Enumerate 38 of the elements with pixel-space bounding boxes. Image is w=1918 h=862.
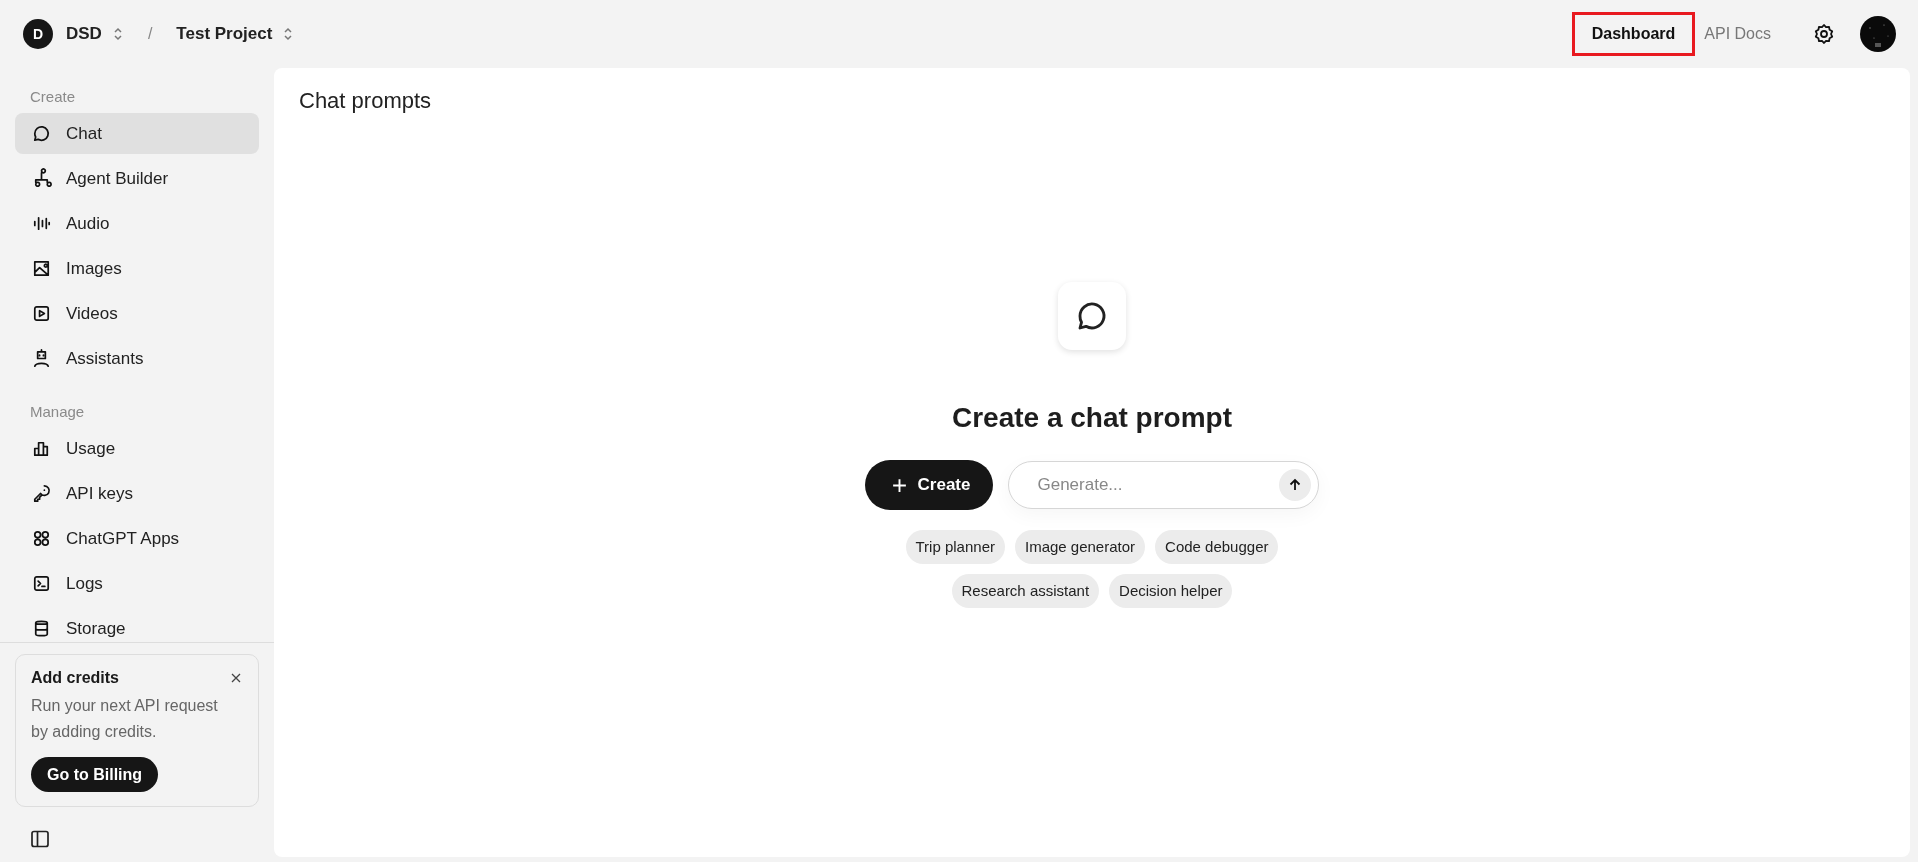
billing-button[interactable]: Go to Billing [31, 757, 159, 792]
org-name[interactable]: DSD [66, 24, 102, 44]
promo-text: Run your next API request by adding credits. [31, 696, 219, 742]
sidebar-item[interactable]: Videos [15, 293, 259, 334]
page-title: Chat prompts [299, 88, 433, 114]
dashboard-link[interactable]: Dashboard [1571, 12, 1696, 56]
section-heading: Manage [29, 402, 86, 422]
user-avatar[interactable] [1860, 16, 1896, 52]
create-button[interactable]: Create [864, 460, 994, 510]
sidebar-item[interactable]: Storage [15, 608, 259, 642]
sidebar-item[interactable]: Assistants [15, 338, 259, 379]
sidebar-item[interactable]: Images [15, 248, 259, 289]
sidebar-item[interactable]: Audio [15, 203, 259, 244]
generate-field[interactable]: Generate... [1008, 461, 1320, 509]
settings-icon[interactable] [1812, 22, 1836, 46]
sidebar-item[interactable]: API keys [15, 473, 259, 514]
close-icon[interactable] [230, 672, 242, 684]
sidebar-item[interactable]: Usage [15, 428, 259, 469]
org-avatar[interactable]: D [23, 19, 53, 49]
docs-link[interactable]: API Docs [1701, 12, 1774, 56]
suggestion-chip[interactable]: Image generator [1015, 530, 1146, 564]
project-name[interactable]: Test Project [176, 24, 273, 44]
sidebar-item[interactable]: ChatGPT Apps [15, 518, 259, 559]
chevron-updown-icon[interactable] [111, 26, 124, 42]
suggestion-chip[interactable]: Code debugger [1155, 530, 1279, 564]
promo-title: Add credits [31, 669, 119, 687]
plus-icon [890, 476, 908, 494]
sidebar-item[interactable]: Agent Builder [15, 158, 259, 199]
sidebar-item[interactable]: Logs [15, 563, 259, 604]
chevron-updown-icon[interactable] [282, 26, 295, 42]
suggestion-chip[interactable]: Decision helper [1109, 574, 1233, 608]
empty-state-heading: Create a chat prompt [951, 402, 1233, 434]
suggestion-chip[interactable]: Trip planner [905, 530, 1005, 564]
sidebar-toggle-icon[interactable] [30, 829, 50, 849]
sidebar-item[interactable]: Chat [15, 113, 259, 154]
breadcrumb-separator: / [147, 25, 153, 43]
suggestion-chip[interactable]: Research assistant [951, 574, 1100, 608]
section-heading: Create [29, 87, 77, 107]
